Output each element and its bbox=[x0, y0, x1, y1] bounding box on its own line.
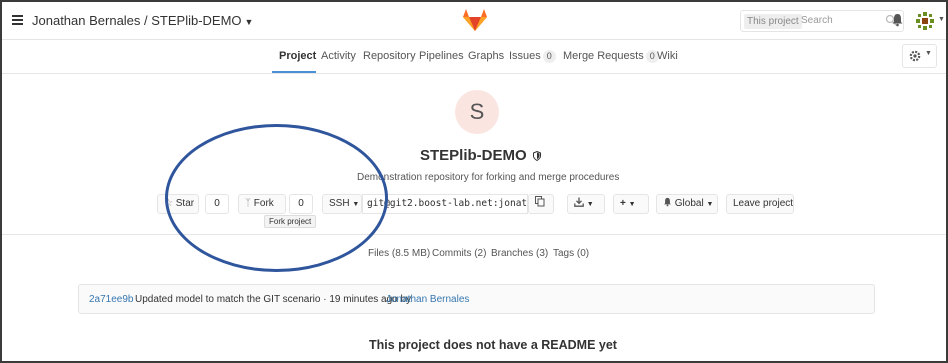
notifications-bell-icon[interactable] bbox=[891, 13, 904, 27]
download-chevron-icon: ▼ bbox=[586, 201, 594, 208]
tab-activity[interactable]: Activity bbox=[321, 50, 356, 62]
fork-count[interactable]: 0 bbox=[289, 194, 313, 214]
protocol-dropdown[interactable]: SSH ▼ bbox=[322, 194, 362, 214]
commit-author-link[interactable]: Jonathan Bernales bbox=[386, 294, 469, 305]
avatar-chevron-icon[interactable]: ▼ bbox=[938, 16, 945, 23]
plus-icon: + bbox=[620, 198, 626, 209]
star-label: Star bbox=[175, 198, 195, 209]
active-tab-indicator bbox=[272, 71, 316, 73]
fork-button[interactable]: ᛉ Fork bbox=[238, 194, 286, 214]
fork-icon: ᛉ bbox=[245, 198, 251, 209]
star-count[interactable]: 0 bbox=[205, 194, 229, 214]
star-icon: ☆ bbox=[164, 198, 173, 209]
tab-issues-label[interactable]: Issues bbox=[509, 50, 541, 62]
tab-repository[interactable]: Repository bbox=[363, 50, 416, 62]
tab-merge-requests[interactable]: Merge Requests 0 bbox=[563, 50, 659, 63]
section-divider bbox=[2, 234, 946, 235]
project-nav: Project Activity Repository Pipelines Gr… bbox=[2, 40, 946, 74]
tab-merge-requests-label[interactable]: Merge Requests bbox=[563, 50, 644, 62]
last-commit-box: 2a71ee9b Updated model to match the GIT … bbox=[78, 284, 875, 314]
issues-count-badge: 0 bbox=[542, 50, 556, 63]
user-avatar[interactable] bbox=[915, 11, 935, 31]
star-button[interactable]: ☆ Star bbox=[157, 194, 199, 214]
project-title-text: STEPlib-DEMO bbox=[420, 147, 527, 164]
visibility-icon bbox=[532, 150, 541, 162]
stat-tags[interactable]: Tags (0) bbox=[553, 248, 589, 259]
clone-url-field[interactable]: git@git2.boost-lab.net:jonatha bbox=[362, 194, 528, 214]
download-icon bbox=[574, 197, 584, 207]
tab-project[interactable]: Project bbox=[279, 50, 316, 62]
gitlab-logo[interactable] bbox=[462, 8, 488, 32]
stat-files[interactable]: Files (8.5 MB) bbox=[368, 248, 430, 259]
readme-notice: This project does not have a README yet bbox=[369, 338, 617, 352]
protocol-label: SSH bbox=[329, 198, 350, 209]
notification-level: Global bbox=[674, 198, 704, 209]
commit-message: Updated model to match the GIT scenario … bbox=[135, 294, 412, 305]
screenshot-frame: Jonathan Bernales / STEPlib-DEMO ▼ This p… bbox=[0, 0, 948, 363]
top-header: Jonathan Bernales / STEPlib-DEMO ▼ This p… bbox=[2, 2, 946, 40]
tab-issues[interactable]: Issues 0 bbox=[509, 50, 556, 63]
notification-chevron-icon: ▼ bbox=[706, 201, 714, 208]
commit-sha-link[interactable]: 2a71ee9b bbox=[89, 294, 134, 305]
hamburger-icon[interactable] bbox=[12, 15, 23, 27]
tab-graphs[interactable]: Graphs bbox=[468, 50, 504, 62]
breadcrumb-text[interactable]: Jonathan Bernales / STEPlib-DEMO bbox=[32, 13, 242, 28]
bell-icon bbox=[664, 197, 671, 207]
add-dropdown[interactable]: + ▼ bbox=[613, 194, 649, 214]
fork-tooltip: Fork project bbox=[264, 215, 317, 228]
project-title: STEPlib-DEMO bbox=[420, 147, 541, 164]
copy-url-button[interactable] bbox=[528, 194, 554, 214]
settings-dropdown-button[interactable]: ▼ bbox=[902, 44, 937, 68]
fork-label: Fork bbox=[253, 198, 274, 209]
leave-project-button[interactable]: Leave project bbox=[726, 194, 794, 214]
search-scope-badge[interactable]: This project bbox=[744, 14, 802, 29]
search-input[interactable]: Search bbox=[801, 15, 833, 26]
project-avatar: S bbox=[455, 90, 499, 134]
copy-icon bbox=[535, 196, 545, 207]
project-breadcrumb[interactable]: Jonathan Bernales / STEPlib-DEMO ▼ bbox=[32, 13, 253, 28]
protocol-chevron-icon: ▼ bbox=[352, 201, 360, 208]
download-dropdown[interactable]: ▼ bbox=[567, 194, 605, 214]
tab-wiki[interactable]: Wiki bbox=[657, 50, 678, 62]
search-box[interactable]: This project Search bbox=[740, 10, 904, 32]
stat-branches[interactable]: Branches (3) bbox=[491, 248, 548, 259]
add-chevron-icon: ▼ bbox=[628, 201, 636, 208]
chevron-down-icon[interactable]: ▼ bbox=[245, 17, 254, 27]
gear-icon bbox=[909, 50, 921, 62]
settings-chevron-icon: ▼ bbox=[925, 50, 932, 57]
tab-pipelines[interactable]: Pipelines bbox=[419, 50, 464, 62]
project-description: Demonstration repository for forking and… bbox=[357, 172, 620, 183]
stat-commits[interactable]: Commits (2) bbox=[432, 248, 486, 259]
notification-dropdown[interactable]: Global ▼ bbox=[656, 194, 718, 214]
